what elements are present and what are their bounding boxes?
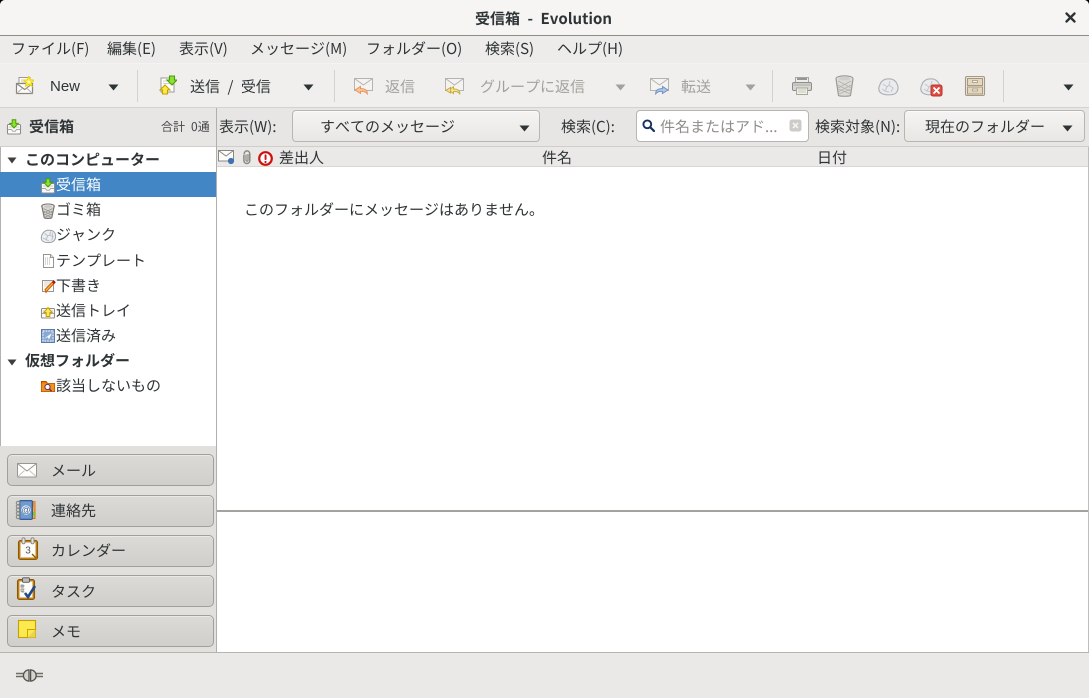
svg-text:@: @ — [21, 505, 30, 515]
svg-text:3: 3 — [25, 545, 31, 556]
